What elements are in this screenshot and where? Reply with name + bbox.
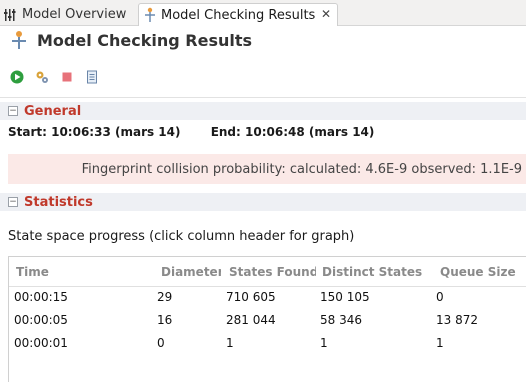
cell-states-found: 710 605: [226, 290, 276, 304]
table-row[interactable]: 00:00:01 0 1 1 1: [9, 336, 526, 358]
fingerprint-collision-probability: Fingerprint collision probability: calcu…: [8, 154, 526, 184]
cell-diameter: 16: [157, 313, 173, 327]
collapse-toggle-icon[interactable]: −: [8, 106, 18, 116]
cell-queue-size: 1: [436, 336, 444, 350]
header-separator: [0, 97, 526, 98]
cell-distinct-states: 150 105: [320, 290, 370, 304]
cell-queue-size: 13 872: [436, 313, 478, 327]
tab-model-checking-results[interactable]: Model Checking Results ✕: [138, 3, 338, 26]
model-checking-icon: [145, 7, 155, 22]
model-overview-icon: [4, 8, 16, 21]
cell-distinct-states: 58 346: [320, 313, 362, 327]
settings-icon: [36, 71, 48, 83]
section-statistics-header[interactable]: − Statistics: [0, 193, 526, 211]
section-statistics-title: Statistics: [24, 194, 93, 210]
table-row[interactable]: 00:00:05 16 281 044 58 346 13 872: [9, 313, 526, 335]
stop-icon: [62, 72, 72, 82]
cell-distinct-states: 1: [320, 336, 328, 350]
tab-model-checking-results-label: Model Checking Results: [161, 7, 316, 23]
cell-diameter: 0: [157, 336, 165, 350]
start-time: Start: 10:06:33 (mars 14): [8, 125, 181, 139]
model-checking-icon: [12, 31, 26, 49]
state-space-table: Time Diameter States Found Distinct Stat…: [8, 256, 526, 382]
table-row[interactable]: 00:00:15 29 710 605 150 105 0: [9, 290, 526, 312]
cell-diameter: 29: [157, 290, 173, 304]
section-general-title: General: [24, 103, 82, 119]
cell-time: 00:00:01: [14, 336, 68, 350]
section-general-header[interactable]: − General: [0, 102, 526, 120]
general-times: Start: 10:06:33 (mars 14) End: 10:06:48 …: [8, 125, 400, 139]
cell-states-found: 281 044: [226, 313, 276, 327]
document-button[interactable]: [85, 70, 99, 84]
column-header-distinct-states[interactable]: Distinct States: [322, 265, 432, 279]
cell-states-found: 1: [226, 336, 234, 350]
column-header-time[interactable]: Time: [16, 265, 146, 279]
page-header: Model Checking Results: [9, 30, 252, 50]
end-time: End: 10:06:48 (mars 14): [210, 125, 375, 139]
run-button[interactable]: [10, 70, 24, 84]
collapse-toggle-icon[interactable]: −: [8, 197, 18, 207]
state-space-progress-label: State space progress (click column heade…: [8, 229, 355, 244]
tab-model-overview-label: Model Overview: [22, 7, 127, 22]
close-tab-icon[interactable]: ✕: [321, 7, 331, 21]
stop-button[interactable]: [60, 70, 74, 84]
column-header-diameter[interactable]: Diameter: [161, 265, 221, 279]
settings-button[interactable]: [35, 70, 49, 84]
document-icon: [87, 70, 97, 84]
table-header: Time Diameter States Found Distinct Stat…: [9, 257, 526, 287]
column-header-states-found[interactable]: States Found: [229, 265, 316, 279]
cell-time: 00:00:15: [14, 290, 68, 304]
toolbar: [10, 70, 99, 84]
cell-time: 00:00:05: [14, 313, 68, 327]
editor-tab-bar: Model Overview Model Checking Results ✕: [0, 0, 526, 26]
run-icon: [10, 70, 24, 84]
page-title: Model Checking Results: [37, 30, 253, 50]
tab-model-overview[interactable]: Model Overview: [4, 3, 126, 26]
cell-queue-size: 0: [436, 290, 444, 304]
column-header-queue-size[interactable]: Queue Size: [440, 265, 526, 279]
